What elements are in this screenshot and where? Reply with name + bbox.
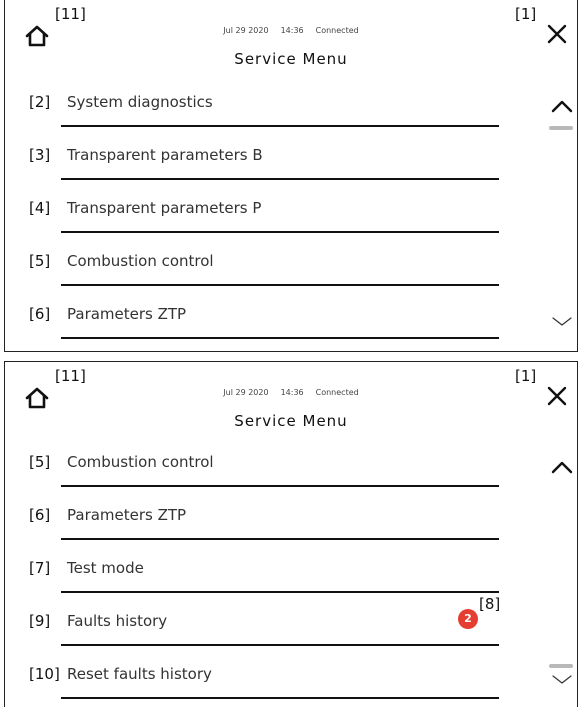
item-label: Transparent parameters B — [67, 146, 263, 164]
chevron-up-icon[interactable] — [551, 459, 573, 474]
chevron-up-icon[interactable] — [551, 98, 573, 113]
menu-item-transparent-parameters-p[interactable]: [4] Transparent parameters P — [29, 180, 499, 233]
item-label: Transparent parameters P — [67, 199, 262, 217]
menu-item-system-diagnostics[interactable]: [2] System diagnostics — [29, 74, 499, 127]
status-time: 14:36 — [280, 26, 304, 35]
item-annotation: [3] — [29, 146, 51, 164]
menu-item-faults-history[interactable]: [9] Faults history — [29, 593, 499, 646]
status-bar: Jul 29 2020 14:36 Connected — [5, 388, 577, 397]
faults-count-badge: 2 — [458, 609, 478, 629]
badge-annotation: [8] — [479, 595, 501, 613]
item-annotation: [7] — [29, 559, 51, 577]
status-connection: Connected — [315, 388, 359, 397]
item-divider — [61, 337, 499, 339]
chevron-down-icon[interactable] — [551, 312, 573, 326]
item-label: Parameters ZTP — [67, 305, 187, 323]
item-label: Parameters ZTP — [67, 506, 187, 524]
item-annotation: [4] — [29, 199, 51, 217]
status-bar: Jul 29 2020 14:36 Connected — [5, 26, 577, 35]
status-connection: Connected — [315, 26, 359, 35]
close-annotation: [1] — [515, 367, 537, 385]
item-label: Faults history — [67, 612, 168, 630]
item-divider — [61, 697, 499, 699]
item-annotation: [5] — [29, 252, 51, 270]
page-title: Service Menu — [234, 50, 348, 68]
item-label: Combustion control — [67, 453, 214, 471]
page-title: Service Menu — [234, 412, 348, 430]
status-date: Jul 29 2020 — [223, 26, 269, 35]
item-label: Test mode — [67, 559, 144, 577]
chevron-down-icon[interactable] — [551, 670, 573, 684]
item-annotation: [10] — [29, 665, 60, 683]
menu-item-combustion-control[interactable]: [5] Combustion control — [29, 434, 499, 487]
menu-item-parameters-ztp[interactable]: [6] Parameters ZTP — [29, 286, 499, 339]
menu-item-reset-faults-history[interactable]: [10] Reset faults history — [29, 646, 499, 699]
item-annotation: [9] — [29, 612, 51, 630]
close-annotation: [1] — [515, 5, 537, 23]
item-annotation: [2] — [29, 93, 51, 111]
item-label: System diagnostics — [67, 93, 213, 111]
service-menu-screen-top: [11] [1] Jul 29 2020 14:36 Connected Servi… — [4, 0, 578, 352]
item-annotation: [5] — [29, 453, 51, 471]
home-annotation: [11] — [55, 5, 86, 23]
menu-item-combustion-control[interactable]: [5] Combustion control — [29, 233, 499, 286]
menu-item-test-mode[interactable]: [7] Test mode — [29, 540, 499, 593]
item-annotation: [6] — [29, 506, 51, 524]
item-label: Reset faults history — [67, 665, 212, 683]
scroll-indicator[interactable] — [549, 126, 573, 130]
item-label: Combustion control — [67, 252, 214, 270]
item-annotation: [6] — [29, 305, 51, 323]
home-annotation: [11] — [55, 367, 86, 385]
status-time: 14:36 — [280, 388, 304, 397]
status-date: Jul 29 2020 — [223, 388, 269, 397]
scroll-indicator[interactable] — [549, 664, 573, 668]
service-menu-screen-bottom: [11] [1] Jul 29 2020 14:36 Connected Servi… — [4, 361, 578, 707]
menu-item-transparent-parameters-b[interactable]: [3] Transparent parameters B — [29, 127, 499, 180]
menu-item-parameters-ztp[interactable]: [6] Parameters ZTP — [29, 487, 499, 540]
